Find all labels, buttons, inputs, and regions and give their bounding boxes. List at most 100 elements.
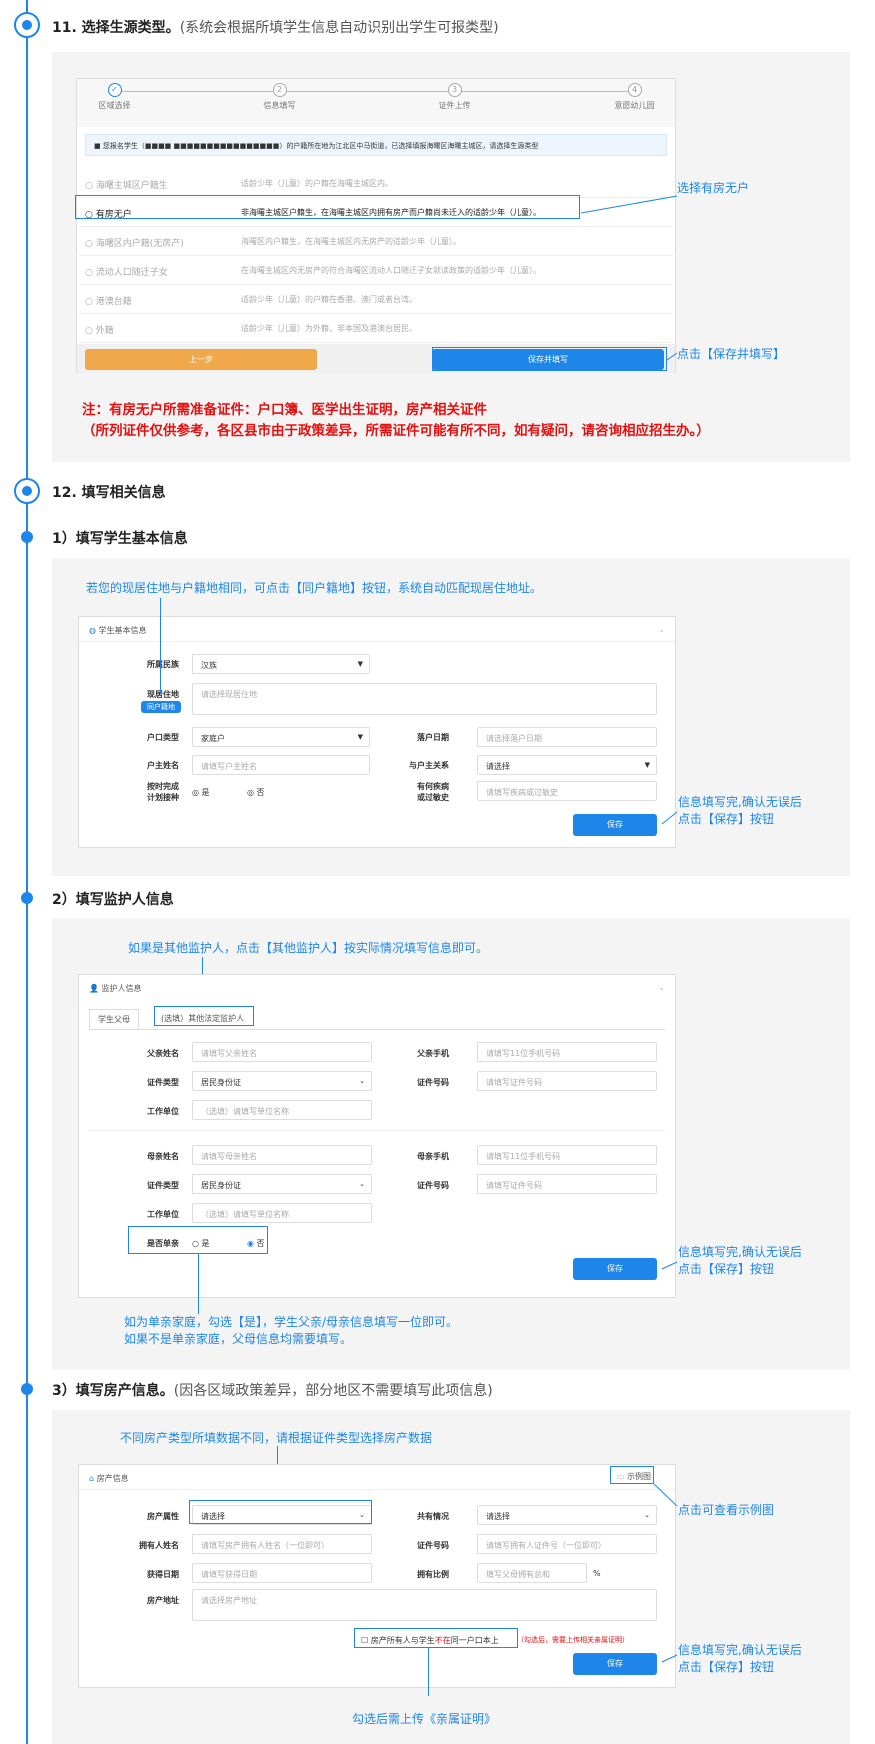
annotation-click-save-fill: 点击【保存并填写】 bbox=[677, 347, 786, 361]
section-12-3-title: 3）填写房产信息。(因各区域政策差异，部分地区不需要填写此项信息) bbox=[52, 1383, 493, 1399]
section-11-title: 11. 选择生源类型。(系统会根据所填学生信息自动识别出学生可报类型) bbox=[52, 20, 499, 36]
mother-id-type-select[interactable]: 居民身份证 ⌄ bbox=[192, 1174, 372, 1194]
ratio-input[interactable]: 填写父母拥有总和 bbox=[477, 1563, 587, 1583]
option-5[interactable]: ○ 港澳台籍 适龄少年（儿童）的户籍在香港、澳门或者台湾。 bbox=[79, 285, 673, 314]
basic-info-form: ◍ 学生基本信息 ⌄ 所属民族 汉族 ▼ 现居住地 同户籍地 请选择现居住地 户口… bbox=[78, 616, 676, 848]
collapse-icon-2[interactable]: ⌄ bbox=[658, 983, 665, 992]
get-date-input[interactable]: 请填写获得日期 bbox=[192, 1563, 372, 1583]
section-12-2-title: 2）填写监护人信息 bbox=[52, 892, 174, 908]
section-12-title: 12. 填写相关信息 bbox=[52, 485, 166, 501]
father-id-no-input[interactable]: 请填写证件号码 bbox=[477, 1071, 657, 1091]
mother-phone-input[interactable]: 请填写11位手机号码 bbox=[477, 1145, 657, 1165]
owner-name-input[interactable]: 请填写房产拥有人姓名（一位即可） bbox=[192, 1534, 372, 1554]
source-type-screenshot: ✓ 区域选择 2 信息填写 3 证件上传 4 意愿幼儿园 ■ 您报名学生（■■■■ ■■… bbox=[76, 78, 676, 373]
pointer-relative-checkbox bbox=[428, 1648, 429, 1696]
same-as-hukou-button[interactable]: 同户籍地 bbox=[141, 701, 181, 713]
red-note-1: 注：有房无户所需准备证件：户口簿、医学出生证明，房产相关证件 bbox=[82, 402, 487, 418]
vaccination-yes-radio[interactable]: ◎ 是 bbox=[192, 787, 210, 798]
annotation-select-option: 选择有房无户 bbox=[677, 181, 750, 195]
pointer-single-parent bbox=[198, 1254, 199, 1314]
section-12-1-title: 1）填写学生基本信息 bbox=[52, 531, 188, 547]
collapse-icon[interactable]: ⌄ bbox=[658, 625, 665, 634]
option-1[interactable]: ○ 海曙主城区户籍生 适龄少年（儿童）的户籍在海曙主城区内。 bbox=[79, 169, 673, 198]
option-6[interactable]: ○ 外籍 适龄少年（儿童）为外籍，非本国及港澳台居民。 bbox=[79, 314, 673, 343]
section-11-panel: ✓ 区域选择 2 信息填写 3 证件上传 4 意愿幼儿园 ■ 您报名学生（■■■■ ■■… bbox=[52, 52, 850, 462]
nation-label: 所属民族 bbox=[147, 660, 179, 669]
owner-name-label: 拥有人姓名 bbox=[139, 1541, 179, 1550]
percent-sign: % bbox=[593, 1569, 601, 1578]
share-label: 共有情况 bbox=[417, 1512, 449, 1521]
page: 11. 选择生源类型。(系统会根据所填学生信息自动识别出学生可报类型) ✓ 区域选… bbox=[0, 0, 875, 1744]
highlight-other-guardian-tab bbox=[154, 1006, 254, 1026]
highlight-example bbox=[610, 1466, 654, 1484]
vaccination-no-radio[interactable]: ◎ 否 bbox=[247, 787, 265, 798]
option-3[interactable]: ○ 海曙区内户籍(无房产) 海曙区内户籍生，在海曙主城区内无房产的适龄少年（儿童）… bbox=[79, 227, 673, 256]
annotation-other-guardian: 如果是其他监护人，点击【其他监护人】按实际情况填写信息即可。 bbox=[128, 941, 489, 955]
annotation-save-house: 信息填写完,确认无误后 点击【保存】按钮 bbox=[678, 1643, 802, 1674]
house-save-button[interactable]: 保存 bbox=[573, 1653, 657, 1675]
mother-work-label: 工作单位 bbox=[147, 1210, 179, 1219]
mother-name-label: 母亲姓名 bbox=[147, 1152, 179, 1161]
relation-select[interactable]: 请选择 ▼ bbox=[477, 755, 657, 775]
father-name-input[interactable]: 请填写父亲姓名 bbox=[192, 1042, 372, 1062]
hukou-type-label: 户口类型 bbox=[147, 733, 179, 742]
father-work-input[interactable]: （选填）请填写单位名称 bbox=[192, 1100, 372, 1120]
disease-input[interactable]: 请填写疾病或过敏史 bbox=[477, 781, 657, 801]
house-address-input[interactable]: 请选择房产地址 bbox=[192, 1589, 657, 1621]
step-bar: ✓ 区域选择 2 信息填写 3 证件上传 4 意愿幼儿园 bbox=[77, 79, 675, 127]
annotation-single-parent: 如为单亲家庭，勾选【是】，学生父亲/母亲信息填写一位即可。 如果不是单亲家庭，父… bbox=[124, 1315, 459, 1346]
highlight-relative-checkbox bbox=[354, 1628, 518, 1648]
step-2: 2 信息填写 bbox=[263, 83, 296, 110]
annotation-same-address: 若您的现居住地与户籍地相同，可点击【同户籍地】按钮，系统自动匹配现居住地址。 bbox=[86, 581, 543, 595]
father-phone-input[interactable]: 请填写11位手机号码 bbox=[477, 1042, 657, 1062]
share-select[interactable]: 请选择 ⌄ bbox=[477, 1505, 657, 1525]
basic-save-button[interactable]: 保存 bbox=[573, 814, 657, 836]
property-type-label: 房产属性 bbox=[147, 1512, 179, 1521]
house-panel-title: ⌂ 房产信息 bbox=[89, 1474, 129, 1483]
guardian-panel-title: 👤 监护人信息 bbox=[89, 984, 142, 993]
mother-id-type-label: 证件类型 bbox=[147, 1181, 179, 1190]
timeline-node-12 bbox=[14, 478, 40, 504]
highlight-option bbox=[75, 195, 580, 219]
householder-input[interactable]: 请填写户主姓名 bbox=[192, 755, 370, 775]
address-input[interactable]: 请选择现居住地 bbox=[192, 683, 657, 715]
father-id-type-select[interactable]: 居民身份证 ⌄ bbox=[192, 1071, 372, 1091]
mother-work-input[interactable]: （选填）请填写单位名称 bbox=[192, 1203, 372, 1223]
nation-select[interactable]: 汉族 ▼ bbox=[192, 654, 370, 674]
annotation-example: 点击可查看示例图 bbox=[678, 1503, 775, 1517]
pointer-same-address bbox=[160, 598, 161, 694]
checkbox-hint: （勾选后，需要上传相关亲属证明） bbox=[517, 1636, 629, 1644]
timeline-node-12-1 bbox=[21, 531, 33, 543]
step-1: ✓ 区域选择 bbox=[98, 83, 131, 110]
settle-date-label: 落户日期 bbox=[417, 733, 449, 742]
timeline-node-12-3 bbox=[21, 1383, 33, 1395]
option-4[interactable]: ○ 流动人口随迁子女 在海曙主城区内无房产的符合海曙区流动人口随迁子女就读政策的适… bbox=[79, 256, 673, 285]
timeline-node-11 bbox=[14, 12, 40, 38]
highlight-single-parent bbox=[128, 1226, 268, 1254]
father-id-no-label: 证件号码 bbox=[417, 1078, 449, 1087]
section-12-1-panel: 若您的现居住地与户籍地相同，可点击【同户籍地】按钮，系统自动匹配现居住地址。 ◍… bbox=[52, 558, 850, 876]
info-bar: ■ 您报名学生（■■■■ ■■■■■■■■■■■■■■■■）的户籍所在地为江北区… bbox=[85, 134, 667, 156]
father-name-label: 父亲姓名 bbox=[147, 1049, 179, 1058]
get-date-label: 获得日期 bbox=[147, 1570, 179, 1579]
house-form: ⌂ 房产信息 ▭ 示例图 房产属性 请选择 ⌄ 共有情况 请选择 ⌄ 拥有人姓名 请… bbox=[78, 1464, 676, 1688]
highlight-property-type bbox=[189, 1500, 372, 1524]
mother-id-no-input[interactable]: 请填写证件号码 bbox=[477, 1174, 657, 1194]
owner-cert-input[interactable]: 请填写拥有人证件号（一位即可） bbox=[477, 1534, 657, 1554]
step-3: 3 证件上传 bbox=[438, 83, 471, 110]
father-work-label: 工作单位 bbox=[147, 1107, 179, 1116]
vaccination-label: 按时完成 计划接种 bbox=[147, 782, 179, 802]
father-id-type-label: 证件类型 bbox=[147, 1078, 179, 1087]
prev-button[interactable]: 上一步 bbox=[85, 349, 317, 370]
mother-name-input[interactable]: 请填写母亲姓名 bbox=[192, 1145, 372, 1165]
tab-parents[interactable]: 学生父母 bbox=[89, 1009, 139, 1030]
step-4: 4 意愿幼儿园 bbox=[614, 83, 655, 110]
annotation-save-guardian: 信息填写完,确认无误后 点击【保存】按钮 bbox=[678, 1245, 802, 1276]
guardian-save-button[interactable]: 保存 bbox=[573, 1258, 657, 1280]
annotation-upload-proof: 勾选后需上传《亲属证明》 bbox=[352, 1712, 497, 1726]
highlight-save-fill bbox=[432, 347, 667, 371]
mother-phone-label: 母亲手机 bbox=[417, 1152, 449, 1161]
timeline-node-12-2 bbox=[21, 892, 33, 904]
settle-date-input[interactable]: 请选择落户日期 bbox=[477, 727, 657, 747]
hukou-type-select[interactable]: 家庭户 ▼ bbox=[192, 727, 370, 747]
